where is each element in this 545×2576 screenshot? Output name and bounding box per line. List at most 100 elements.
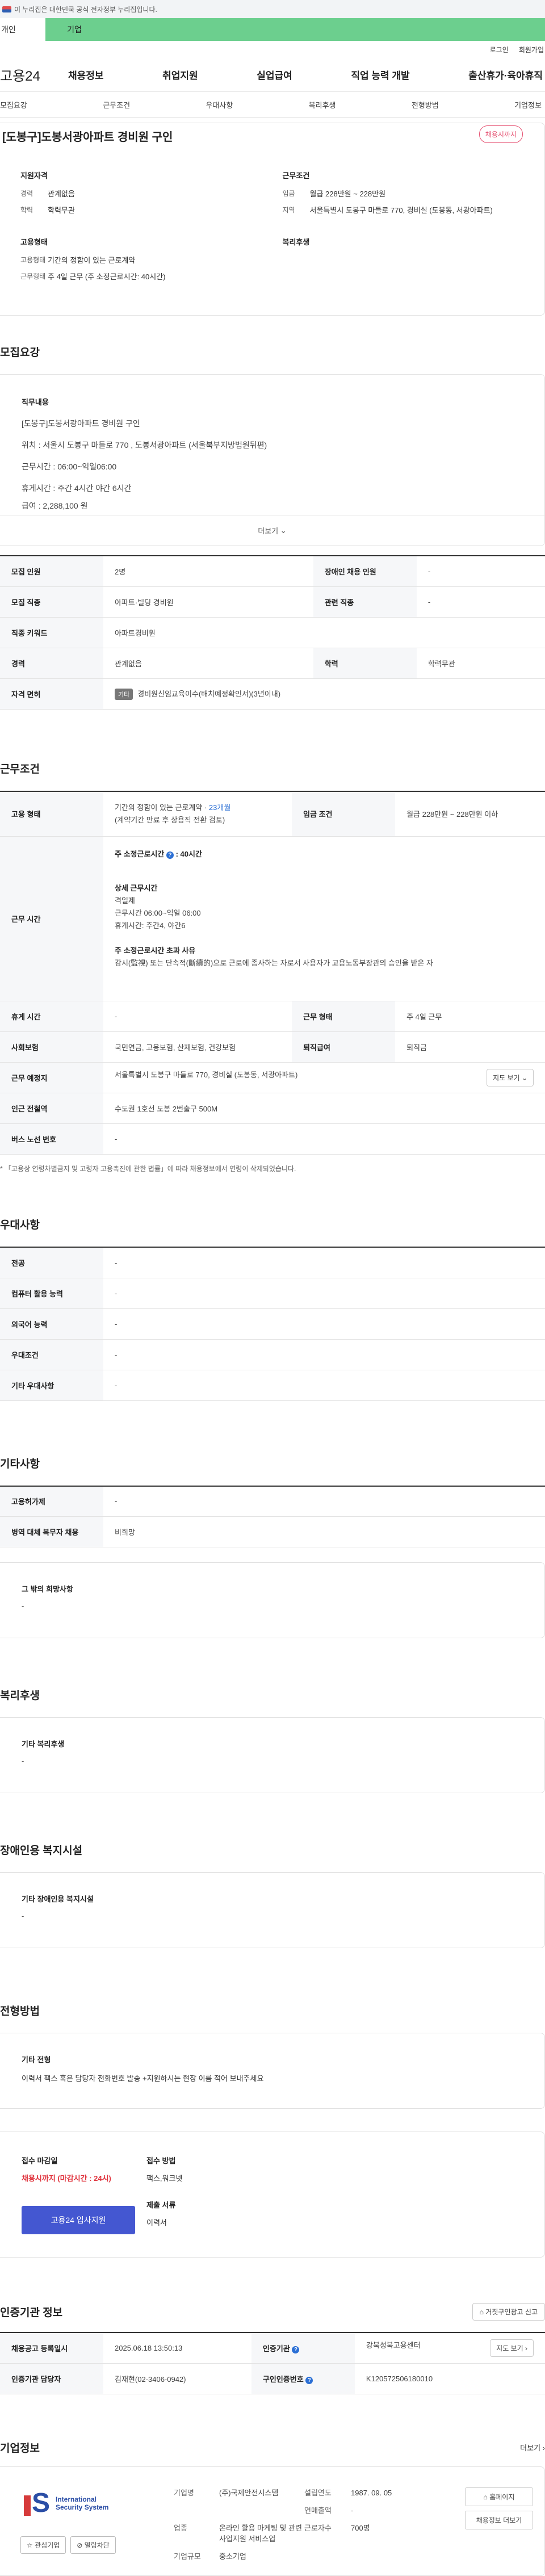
emp-type-label: 고용형태	[20, 256, 46, 264]
age-note: * 「고용상 연령차별금지 및 고령자 고용촉진에 관한 법률」에 따라 채용정…	[0, 1165, 296, 1173]
screening-heading: 전형방법	[0, 2006, 40, 2017]
preference-heading: 우대사항	[0, 1219, 40, 1231]
logo-text-line: Security System	[56, 2503, 109, 2511]
table-row: 자격 면허 기타 경비원신임교육이수(배치예정확인서)(3년이내)	[0, 678, 545, 710]
anchor-preference[interactable]: 우대사항	[206, 99, 233, 110]
company-more-link[interactable]: 더보기 ›	[520, 2442, 545, 2453]
cell: -	[416, 586, 545, 618]
cell: 구인인증번호 ?	[251, 2363, 355, 2394]
apply-button[interactable]: 고용24 입사지원	[22, 2206, 135, 2234]
size-label: 기업규모	[174, 2552, 201, 2561]
place-value: 서울특별시 도봉구 마들로 770, 경비실 (도봉동, 서광아파트)	[115, 1071, 298, 1079]
help-icon[interactable]: ?	[305, 2376, 313, 2384]
table-row: 모집 직종 아파트·빌딩 경비원 관련 직종 -	[0, 586, 545, 618]
etc-table: 고용허가제 - 병역 대체 복무자 채용 비희망	[0, 1485, 545, 1547]
table-row: 고용허가제 -	[0, 1486, 545, 1517]
favorite-company-button[interactable]: ☆ 관심기업	[20, 2536, 66, 2554]
anchor-company[interactable]: 기업정보	[514, 99, 542, 110]
table-row: 휴게 시간 - 근무 형태 주 4일 근무	[0, 1001, 545, 1032]
founded-value: 1987. 09. 05	[351, 2488, 392, 2497]
founded-label: 설립연도	[304, 2488, 332, 2497]
welfare-summary-block: 복리후생	[283, 236, 545, 288]
table-row: 기타 우대사항 -	[0, 1370, 545, 1401]
anchor-recruit[interactable]: 모집요강	[0, 99, 27, 110]
nav-jobs[interactable]: 채용정보	[68, 68, 104, 82]
authority-table: 채용공고 등록일시 2025.06.18 13:50:13 인증기관 ? 강북성북고용…	[0, 2332, 545, 2394]
nav-skill-development[interactable]: 직업 능력 개발	[351, 68, 409, 82]
org-value: 강북성북고용센터	[366, 2340, 421, 2350]
page-title: [도봉구]도봉서광아파트 경비원 구인	[2, 131, 173, 144]
welfare-heading: 복리후생	[282, 238, 310, 246]
career-value: 관계없음	[48, 190, 75, 198]
cell: 아파트·빌딩 경비원	[103, 586, 313, 618]
anchor-conditions[interactable]: 근무조건	[103, 99, 130, 110]
career-label: 경력	[20, 190, 33, 198]
home-icon: ⌂	[479, 2308, 484, 2316]
cell: 2025.06.18 13:50:13	[103, 2332, 251, 2364]
emp-value: 기간의 정함이 있는 근로계약 ·	[115, 803, 209, 812]
table-row: 우대조건 -	[0, 1339, 545, 1370]
emp-cell: 기간의 정함이 있는 근로계약 · 23개월 (계약기간 만료 후 상용직 전환 …	[103, 791, 292, 837]
cell: -	[103, 1308, 545, 1340]
size-value: 중소기업	[219, 2552, 246, 2561]
cell: 인증기관 ?	[251, 2332, 355, 2364]
qualification-heading: 지원자격	[20, 171, 48, 180]
license-cell: 기타 경비원신임교육이수(배치예정확인서)(3년이내)	[103, 678, 545, 710]
cell: 자격 면허	[0, 678, 103, 710]
cell: 전공	[0, 1247, 103, 1278]
industry-label: 업종	[174, 2523, 187, 2532]
gov-banner: 이 누리집은 대한민국 공식 전자정부 누리집입니다.	[0, 0, 545, 18]
detail-hours-label: 상세 근무시간	[115, 884, 158, 892]
map-button[interactable]: 지도 보기 ⌄	[487, 1069, 534, 1086]
help-icon[interactable]: ?	[166, 851, 174, 859]
table-row: 컴퓨터 활용 능력 -	[0, 1278, 545, 1309]
cell: -	[103, 1278, 545, 1309]
block-icon: ⊘	[77, 2541, 83, 2549]
table-row: 고용 형태 기간의 정함이 있는 근로계약 · 23개월 (계약기간 만료 후 상…	[0, 791, 545, 837]
cert-no-label: 구인인증번호	[262, 2374, 304, 2384]
flag-icon	[2, 6, 11, 12]
site-logo[interactable]: 고용24	[0, 65, 68, 85]
company-jobs-button[interactable]: 채용정보 더보기	[465, 2510, 533, 2529]
anchor-screening[interactable]: 전형방법	[412, 99, 439, 110]
nav-employment-support[interactable]: 취업지원	[162, 68, 198, 82]
cell: 경력	[0, 648, 103, 679]
cell: 주 4일 근무	[395, 1001, 545, 1032]
cell: 근무 형태	[292, 1001, 396, 1032]
job-line: 급여 : 2,288,100 원	[22, 501, 88, 510]
preference-table: 전공 - 컴퓨터 활용 능력 - 외국어 능력 - 우대조건 - 기타 우대사항 -	[0, 1247, 545, 1401]
job-line: 근무시간 : 06:00~익일06:00	[22, 462, 117, 471]
login-link[interactable]: 로그인	[490, 45, 509, 54]
report-label: 거짓구인광고 신고	[485, 2308, 538, 2316]
disabled-value: -	[22, 1912, 24, 1920]
signup-link[interactable]: 회원가입	[519, 45, 544, 54]
anchor-welfare[interactable]: 복리후생	[309, 99, 336, 110]
table-row: 사회보험 국민연금, 고용보험, 산재보험, 건강보험 퇴직급여 퇴직금	[0, 1031, 545, 1063]
wish-value: -	[22, 1602, 24, 1610]
cell: 근무 예정지	[0, 1062, 103, 1093]
chevron-down-icon: ⌄	[280, 526, 287, 535]
company-card: S International Security System ☆ 관심기업 ⊘ …	[0, 2466, 545, 2576]
tab-company[interactable]: 기업	[45, 18, 102, 41]
cell: 사회보험	[0, 1031, 103, 1063]
work-type-value: 주 4일 근무 (주 소정근로시간: 40시간)	[48, 272, 166, 281]
nav-parental-leave[interactable]: 출산휴가·육아휴직	[468, 68, 543, 82]
map-button[interactable]: 지도 보기 ›	[490, 2339, 534, 2357]
more-button[interactable]: 더보기 ⌄	[0, 515, 544, 546]
help-icon[interactable]: ?	[292, 2346, 300, 2353]
block-company-button[interactable]: ⊘ 열람차단	[70, 2536, 116, 2554]
homepage-button[interactable]: ⌂ 홈페이지	[465, 2487, 533, 2506]
authority-heading: 인증기관 정보	[0, 2307, 63, 2319]
wish-label: 그 밖의 희망사항	[22, 1585, 73, 1593]
detail-line: 격일제	[115, 896, 135, 905]
cell: 월급 228만원 ~ 228만원 이하	[395, 791, 545, 837]
nav-unemployment-benefit[interactable]: 실업급여	[257, 68, 292, 82]
tab-personal[interactable]: 개인	[0, 18, 45, 41]
deadline-badge: 채용시까지	[479, 125, 523, 143]
table-row: 인증기관 담당자 김재현(02-3406-0942) 구인인증번호 ? K120572…	[0, 2363, 545, 2394]
report-button[interactable]: ⌂ 거짓구인광고 신고	[472, 2303, 545, 2321]
tab-bar-fill	[102, 18, 545, 41]
company-heading: 기업정보	[0, 2442, 40, 2455]
cell: 모집 직종	[0, 586, 103, 618]
table-row: 모집 인원 2명 장애인 채용 인원 -	[0, 556, 545, 587]
